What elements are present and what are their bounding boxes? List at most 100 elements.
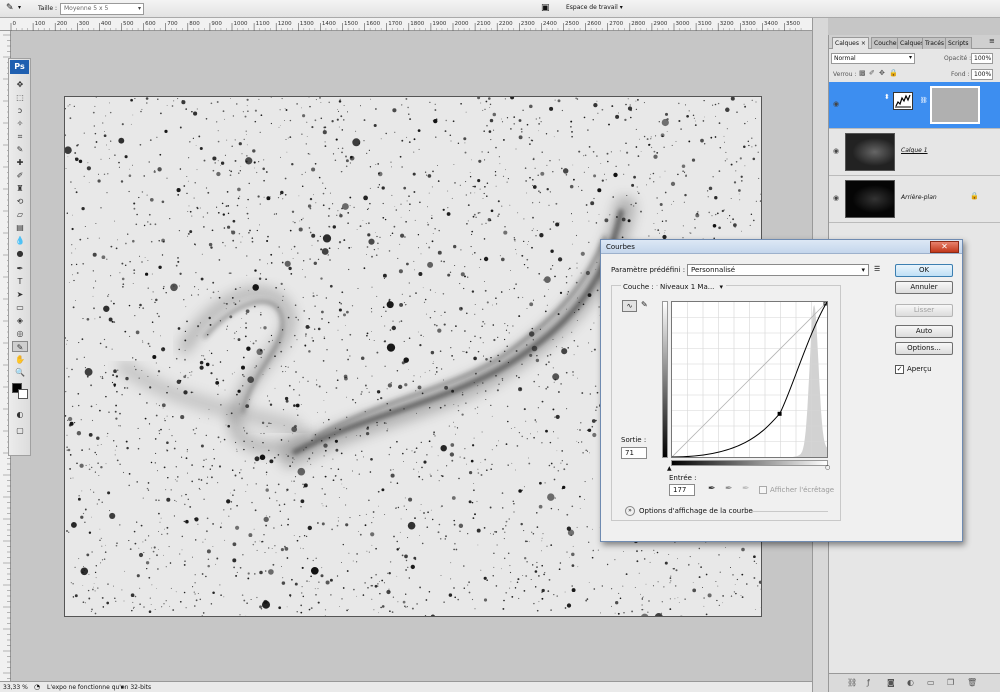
gradient-tool-icon[interactable]: ▤ (12, 222, 28, 233)
tool-preset-chevron-icon[interactable]: ▾ (18, 4, 21, 11)
black-point-slider-icon[interactable]: ▲ (667, 465, 672, 472)
curve-graph[interactable] (671, 301, 828, 458)
new-adjustment-icon[interactable]: ◐ (907, 678, 914, 687)
star (274, 545, 276, 547)
magic-wand-tool-icon[interactable]: ✧ (12, 118, 28, 129)
trash-icon[interactable]: 🗑 (967, 678, 977, 687)
type-tool-icon[interactable]: T (12, 276, 28, 287)
white-point-slider-icon[interactable]: ○ (825, 464, 830, 471)
screen-mode-icon[interactable]: ▢ (12, 425, 28, 436)
eye-icon[interactable]: ◉ (833, 100, 839, 108)
preset-options-icon[interactable]: ☰ (874, 265, 880, 273)
smooth-button[interactable]: Lisser (895, 304, 953, 317)
status-info-icon[interactable]: ◔ (34, 683, 40, 691)
star (135, 359, 137, 361)
lock-transparent-icon[interactable]: ▩ (859, 69, 866, 77)
crop-tool-icon[interactable]: ⌗ (12, 131, 28, 142)
healing-brush-tool-icon[interactable]: ✚ (12, 157, 28, 168)
cancel-button[interactable]: Annuler (895, 281, 953, 294)
add-mask-icon[interactable]: ◙ (887, 678, 895, 687)
hand-tool-icon[interactable]: ✋ (12, 354, 28, 365)
star (477, 179, 481, 183)
white-eyedropper-icon[interactable]: ✒ (742, 484, 750, 494)
close-icon[interactable]: × (861, 40, 866, 47)
blur-tool-icon[interactable]: 💧 (12, 235, 28, 246)
preview-checkbox[interactable]: ✓ (895, 365, 904, 374)
star (473, 483, 475, 484)
eye-icon[interactable]: ◉ (833, 194, 839, 202)
opacity-input[interactable]: 100% (971, 53, 993, 64)
eye-icon[interactable]: ◉ (833, 147, 839, 155)
star (259, 349, 263, 352)
lasso-tool-icon[interactable]: ↄ (12, 105, 28, 116)
options-button[interactable]: Options... (895, 342, 953, 355)
clone-stamp-tool-icon[interactable]: ♜ (12, 183, 28, 194)
mask-link-icon[interactable]: ⛓ (920, 97, 928, 104)
link-layers-icon[interactable]: ⛓ (847, 678, 857, 687)
background-color-swatch[interactable] (18, 389, 28, 399)
tab-traces[interactable]: Tracés (922, 37, 948, 49)
input-value-input[interactable]: 177 (669, 484, 695, 496)
zoom-level[interactable]: 33,33 % (3, 684, 28, 691)
layer-style-icon[interactable]: ƒ (867, 678, 870, 687)
chevron-down-icon[interactable]: » (625, 506, 635, 516)
workspace-menu[interactable]: Espace de travail ▾ (566, 4, 623, 11)
pencil-draw-tool-icon[interactable]: ✎ (641, 300, 648, 309)
fill-input[interactable]: 100% (971, 69, 993, 80)
lock-all-icon[interactable]: 🔒 (889, 69, 898, 77)
star (576, 98, 579, 100)
dodge-tool-icon[interactable]: ● (12, 248, 28, 259)
star (676, 558, 678, 560)
layer-row-calque-1[interactable]: ◉ Calque 1 (829, 129, 1000, 176)
eyedropper-active-tool-icon[interactable]: ✎ (12, 341, 28, 352)
quick-mask-icon[interactable]: ◐ (12, 409, 28, 420)
star (449, 452, 455, 457)
eyedropper-tool-icon[interactable]: ✎ (12, 144, 28, 155)
lock-image-icon[interactable]: ✐ (869, 69, 875, 77)
tab-scripts[interactable]: Scripts (945, 37, 972, 49)
path-selection-tool-icon[interactable]: ➤ (12, 289, 28, 300)
new-group-icon[interactable]: ▭ (927, 678, 935, 687)
3d-rotate-tool-icon[interactable]: ◈ (12, 315, 28, 326)
tab-calques[interactable]: Calques × (832, 37, 869, 49)
size-select[interactable]: Moyenne 5 x 5 ▾ (60, 3, 144, 15)
3d-orbit-tool-icon[interactable]: ◎ (12, 328, 28, 339)
horizontal-ruler[interactable]: 0 100 200 300 400 500 600 700 800 900 1000 1100 1200… (0, 18, 812, 31)
zoom-tool-icon[interactable]: 🔍 (12, 367, 28, 378)
eyedropper-tool-icon[interactable]: ✎ (6, 3, 14, 13)
curve-points-tool-icon[interactable]: ∿ (622, 300, 637, 312)
layer-mask-thumb[interactable] (930, 86, 980, 124)
eraser-tool-icon[interactable]: ▱ (12, 209, 28, 220)
new-layer-icon[interactable]: ❐ (947, 678, 954, 687)
gray-eyedropper-icon[interactable]: ✒ (725, 484, 733, 494)
shape-tool-icon[interactable]: ▭ (12, 302, 28, 313)
star (513, 511, 515, 513)
layer-row-arriere-plan[interactable]: ◉ Arrière-plan 🔒 (829, 176, 1000, 223)
auto-button[interactable]: Auto (895, 325, 953, 338)
star (508, 518, 510, 520)
black-eyedropper-icon[interactable]: ✒ (708, 484, 716, 494)
blend-mode-select[interactable]: Normal ▾ (831, 53, 915, 64)
move-tool-icon[interactable]: ✥ (12, 79, 28, 90)
brush-tool-icon[interactable]: ✐ (12, 170, 28, 181)
curve-display-options-label[interactable]: Options d'affichage de la courbe (639, 507, 753, 515)
lock-position-icon[interactable]: ✥ (879, 69, 885, 77)
ok-button[interactable]: OK (895, 264, 953, 277)
workspace-icon[interactable]: ▣ (541, 3, 550, 13)
dialog-title[interactable]: Courbes (601, 240, 962, 254)
output-value-input[interactable]: 71 (621, 447, 647, 459)
history-brush-tool-icon[interactable]: ⟲ (12, 196, 28, 207)
layer-name[interactable]: Calque 1 (901, 147, 928, 154)
star (282, 408, 285, 411)
close-icon[interactable]: ✕ (930, 241, 959, 253)
panel-menu-icon[interactable]: ≡ (989, 37, 995, 45)
star (498, 213, 500, 215)
show-clipping-checkbox[interactable] (759, 486, 767, 494)
pen-tool-icon[interactable]: ✒ (12, 263, 28, 274)
channel-select[interactable]: Niveaux 1 Ma... ▾ (658, 282, 726, 293)
preset-select[interactable]: Personnalisé ▾ (687, 264, 869, 276)
layer-name[interactable]: Arrière-plan (901, 194, 937, 201)
marquee-tool-icon[interactable]: ⬚ (12, 92, 28, 103)
layer-row-curves[interactable]: ◉ ⬍ ⛓ (829, 82, 1000, 129)
status-menu-arrow-icon[interactable]: ▸ (121, 683, 125, 691)
